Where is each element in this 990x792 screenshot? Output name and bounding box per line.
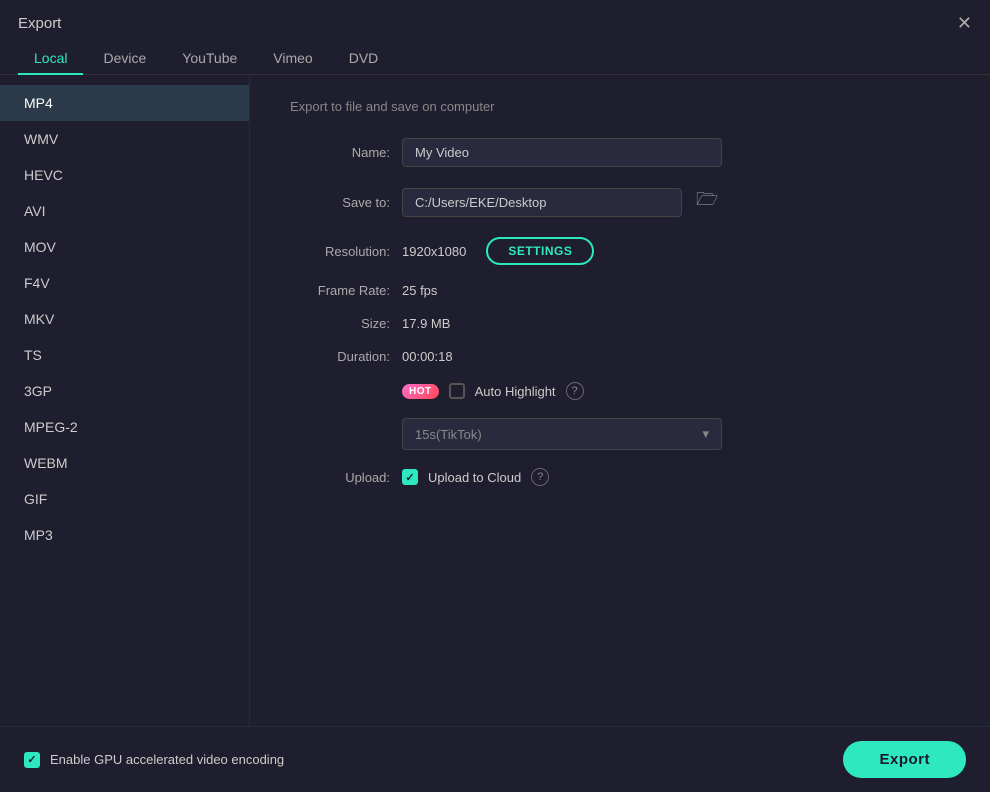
upload-to-cloud-label: Upload to Cloud bbox=[428, 470, 521, 485]
auto-highlight-row: HOT Auto Highlight ? bbox=[290, 382, 950, 400]
tiktok-select[interactable]: 15s(TikTok) ▾ bbox=[402, 418, 722, 450]
browse-folder-button[interactable]: 🗁 bbox=[690, 185, 724, 219]
sidebar-item-avi[interactable]: AVI bbox=[0, 193, 249, 229]
content-area: MP4 WMV HEVC AVI MOV F4V MKV TS 3GP MPEG… bbox=[0, 75, 990, 726]
title-bar: Export ✕ bbox=[0, 0, 990, 42]
sidebar-item-hevc[interactable]: HEVC bbox=[0, 157, 249, 193]
sidebar-item-ts[interactable]: TS bbox=[0, 337, 249, 373]
auto-highlight-checkbox[interactable] bbox=[449, 383, 465, 399]
resolution-controls: 1920x1080 SETTINGS bbox=[402, 237, 594, 265]
hot-badge: HOT bbox=[402, 384, 439, 399]
duration-row: Duration: 00:00:18 bbox=[290, 349, 950, 364]
sidebar-item-mp4[interactable]: MP4 bbox=[0, 85, 249, 121]
tab-local[interactable]: Local bbox=[18, 42, 83, 74]
upload-label: Upload: bbox=[290, 470, 390, 485]
sidebar-item-mpeg2[interactable]: MPEG-2 bbox=[0, 409, 249, 445]
frame-rate-value: 25 fps bbox=[402, 283, 437, 298]
gpu-encoding-label: Enable GPU accelerated video encoding bbox=[50, 752, 284, 767]
resolution-label: Resolution: bbox=[290, 244, 390, 259]
resolution-row: Resolution: 1920x1080 SETTINGS bbox=[290, 237, 950, 265]
sidebar-item-mov[interactable]: MOV bbox=[0, 229, 249, 265]
sidebar-item-gif[interactable]: GIF bbox=[0, 481, 249, 517]
upload-controls: Upload to Cloud ? bbox=[402, 468, 549, 486]
name-label: Name: bbox=[290, 145, 390, 160]
name-row: Name: bbox=[290, 138, 950, 167]
gpu-encoding-checkbox[interactable] bbox=[24, 752, 40, 768]
upload-help-icon[interactable]: ? bbox=[531, 468, 549, 486]
sidebar-item-f4v[interactable]: F4V bbox=[0, 265, 249, 301]
save-to-controls: 🗁 bbox=[402, 185, 724, 219]
resolution-value: 1920x1080 bbox=[402, 244, 466, 259]
tiktok-chevron-icon: ▾ bbox=[702, 426, 709, 442]
tab-device[interactable]: Device bbox=[87, 42, 162, 74]
tab-vimeo[interactable]: Vimeo bbox=[257, 42, 328, 74]
export-dialog: Export ✕ Local Device YouTube Vimeo DVD … bbox=[0, 0, 990, 792]
tab-bar: Local Device YouTube Vimeo DVD bbox=[0, 42, 990, 75]
frame-rate-row: Frame Rate: 25 fps bbox=[290, 283, 950, 298]
settings-button[interactable]: SETTINGS bbox=[486, 237, 594, 265]
save-to-input[interactable] bbox=[402, 188, 682, 217]
tab-youtube[interactable]: YouTube bbox=[166, 42, 253, 74]
auto-highlight-controls: HOT Auto Highlight ? bbox=[402, 382, 584, 400]
export-description: Export to file and save on computer bbox=[290, 99, 950, 114]
sidebar-item-webm[interactable]: WEBM bbox=[0, 445, 249, 481]
dialog-title: Export bbox=[18, 15, 61, 32]
duration-value: 00:00:18 bbox=[402, 349, 453, 364]
duration-label: Duration: bbox=[290, 349, 390, 364]
tiktok-option-label: 15s(TikTok) bbox=[415, 427, 482, 442]
save-to-row: Save to: 🗁 bbox=[290, 185, 950, 219]
sidebar-item-mkv[interactable]: MKV bbox=[0, 301, 249, 337]
upload-to-cloud-checkbox[interactable] bbox=[402, 469, 418, 485]
sidebar-item-wmv[interactable]: WMV bbox=[0, 121, 249, 157]
sidebar-item-3gp[interactable]: 3GP bbox=[0, 373, 249, 409]
name-input[interactable] bbox=[402, 138, 722, 167]
tab-dvd[interactable]: DVD bbox=[333, 42, 395, 74]
size-row: Size: 17.9 MB bbox=[290, 316, 950, 331]
size-value: 17.9 MB bbox=[402, 316, 450, 331]
main-panel: Export to file and save on computer Name… bbox=[250, 75, 990, 726]
sidebar-item-mp3[interactable]: MP3 bbox=[0, 517, 249, 553]
export-button[interactable]: Export bbox=[843, 741, 966, 778]
upload-row: Upload: Upload to Cloud ? bbox=[290, 468, 950, 486]
save-to-label: Save to: bbox=[290, 195, 390, 210]
gpu-encoding-row: Enable GPU accelerated video encoding bbox=[24, 752, 284, 768]
footer: Enable GPU accelerated video encoding Ex… bbox=[0, 726, 990, 792]
format-sidebar: MP4 WMV HEVC AVI MOV F4V MKV TS 3GP MPEG… bbox=[0, 75, 250, 726]
close-button[interactable]: ✕ bbox=[957, 14, 972, 32]
frame-rate-label: Frame Rate: bbox=[290, 283, 390, 298]
size-label: Size: bbox=[290, 316, 390, 331]
auto-highlight-help-icon[interactable]: ? bbox=[566, 382, 584, 400]
auto-highlight-label: Auto Highlight bbox=[475, 384, 556, 399]
